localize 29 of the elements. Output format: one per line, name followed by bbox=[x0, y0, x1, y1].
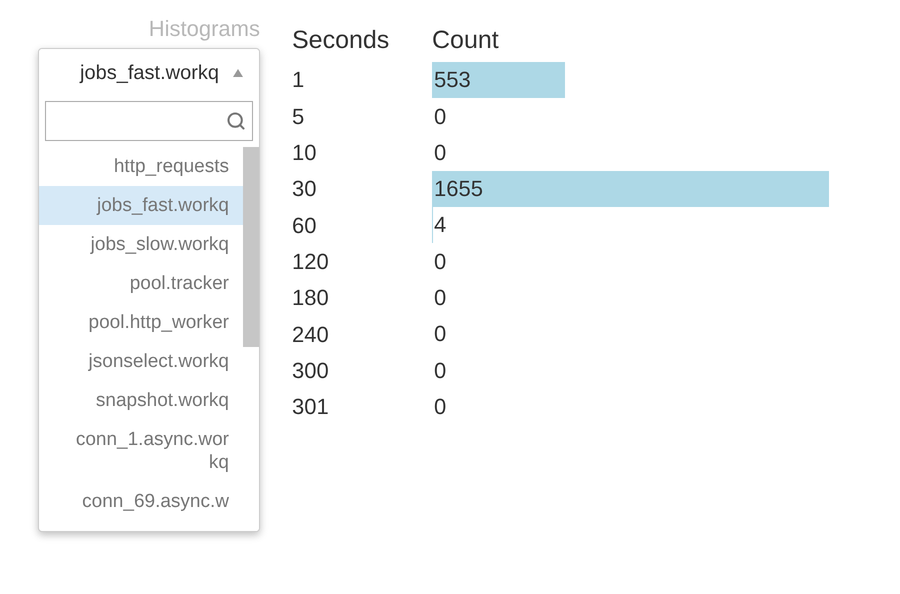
table-cell: 553 bbox=[434, 67, 471, 94]
table-cell-text: 5 bbox=[292, 104, 306, 130]
table-cell-text: 10 bbox=[292, 140, 318, 166]
table-cell-text: 240 bbox=[292, 322, 330, 348]
table-cell: 0 bbox=[434, 104, 446, 130]
table-cell-text: 180 bbox=[292, 285, 330, 312]
search-field[interactable] bbox=[45, 101, 253, 141]
scrollbar-thumb[interactable] bbox=[243, 147, 259, 347]
table-cell-text: 301 bbox=[292, 394, 330, 420]
table-cell: 0 bbox=[434, 248, 446, 275]
caret-icon bbox=[233, 69, 243, 77]
table-cell-text: 1 bbox=[292, 67, 306, 94]
table-cell: 4 bbox=[434, 212, 446, 238]
table-cell-text: 60 bbox=[292, 212, 318, 239]
dropdown-button[interactable]: jobs_fast.workq bbox=[39, 49, 259, 97]
table-cell: 0 bbox=[434, 358, 446, 384]
table-cell-text: 300 bbox=[292, 358, 330, 384]
table-cell: 0 bbox=[434, 394, 446, 420]
table-cell: 1655 bbox=[434, 176, 483, 202]
column-header: Count bbox=[432, 26, 500, 56]
table-cell: 0 bbox=[434, 321, 446, 348]
search-icon bbox=[226, 111, 246, 131]
table-cell-text: 120 bbox=[292, 248, 330, 275]
table-cell: 0 bbox=[434, 285, 446, 312]
table-cell-text: 30 bbox=[292, 176, 318, 202]
histograms-label: Histograms bbox=[148, 16, 260, 42]
column-header: Seconds bbox=[292, 26, 390, 56]
dropdown-option[interactable]: jobs_fast.workq bbox=[39, 186, 243, 225]
table-cell: 0 bbox=[434, 140, 446, 166]
